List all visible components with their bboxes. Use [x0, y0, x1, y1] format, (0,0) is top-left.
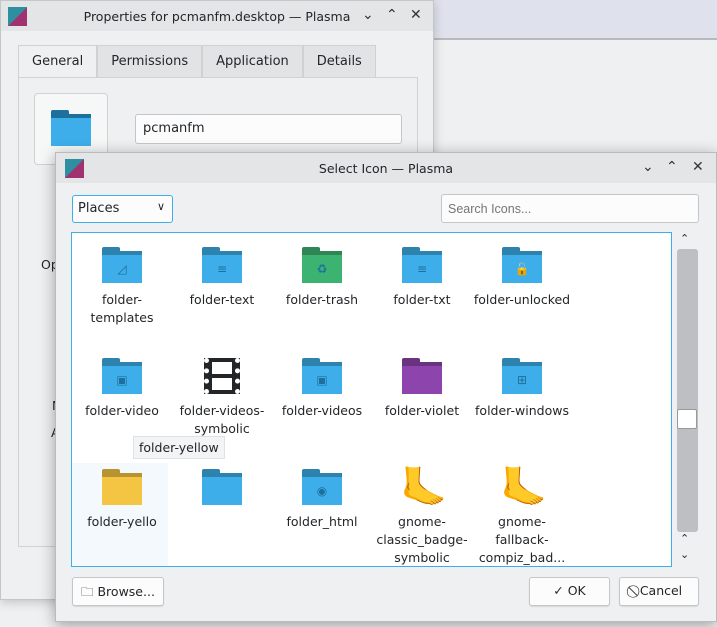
icon-label: gnome-fallback-compiz_bad...	[478, 514, 566, 565]
icon-label: folder-yello	[87, 514, 157, 529]
category-value: Places	[78, 201, 120, 216]
tab-general[interactable]: General	[18, 45, 98, 78]
icon-item[interactable]: 🔓 folder-unlocked	[472, 245, 572, 309]
scroll-down-icon[interactable]: ⌄	[680, 548, 689, 561]
ok-button[interactable]: ✓ OK	[529, 577, 610, 606]
browse-button[interactable]: 🗀 Browse...	[72, 577, 164, 606]
scroll-thumb[interactable]	[677, 409, 697, 429]
icon-item[interactable]: ≡ folder-text	[172, 245, 272, 309]
folder-icon: 🗀	[81, 584, 98, 599]
tab-application[interactable]: Application	[202, 45, 303, 78]
icon-label: folder-videos-symbolic	[179, 403, 265, 436]
icon-label: folder-windows	[475, 403, 569, 418]
icon-item[interactable]: ▣ folder-videos	[272, 356, 372, 420]
folder-icon: ▣	[102, 358, 142, 394]
icon-label: folder-violet	[384, 403, 460, 418]
icon-item[interactable]: ♻ folder-trash	[272, 245, 372, 309]
maximize-icon[interactable]: ⌃	[666, 159, 678, 175]
cancel-button[interactable]: ⃠ Cancel	[619, 577, 699, 606]
scrollbar[interactable]: ⌃ ⌃ ⌄	[676, 232, 698, 567]
icon-item[interactable]: 🦶 gnome-classic_badge-symbolic	[372, 465, 472, 566]
folder-icon	[51, 110, 91, 146]
folder-icon: ◉	[302, 469, 342, 505]
icon-item[interactable]: ⊞ folder-windows	[472, 356, 572, 420]
folder-icon	[202, 469, 242, 505]
icon-label: folder-txt	[393, 292, 451, 307]
scroll-up-icon[interactable]: ⌃	[680, 532, 689, 545]
close-icon[interactable]: ✕	[410, 7, 422, 23]
gnome-foot-icon: 🦶	[400, 465, 448, 509]
name-field[interactable]: pcmanfm	[135, 114, 402, 144]
icon-item[interactable]: ◉ folder_html	[272, 467, 372, 531]
icon-item[interactable]: folder-violet	[372, 356, 472, 420]
icon-item[interactable]: ≡ folder-txt	[372, 245, 472, 309]
folder-icon: 🔓	[502, 247, 542, 283]
scroll-up-icon[interactable]: ⌃	[680, 232, 689, 245]
titlebar: Properties for pcmanfm.desktop — Plasma …	[1, 1, 433, 31]
icon-label: gnome-classic_badge-symbolic	[376, 514, 468, 565]
icon-label: folder-text	[189, 292, 255, 307]
tooltip: folder-yellow	[133, 436, 225, 459]
folder-icon: ♻	[302, 247, 342, 283]
scroll-track[interactable]	[677, 249, 698, 532]
icon-item[interactable]: folder-videos-symbolic	[172, 356, 272, 438]
tab-details[interactable]: Details	[302, 45, 376, 78]
folder-icon	[402, 358, 442, 394]
icon-item[interactable]: ▣ folder-video	[72, 356, 172, 420]
folder-icon	[102, 469, 142, 505]
category-select[interactable]: Places ∨	[72, 195, 173, 223]
icon-item[interactable]: folder-yello	[72, 467, 172, 531]
tab-bar: General Permissions Application Details	[18, 45, 376, 78]
folder-icon: ◿	[102, 247, 142, 283]
icon-label: folder-templates	[90, 292, 154, 325]
folder-icon: ⊞	[502, 358, 542, 394]
icon-item[interactable]	[172, 467, 272, 513]
dialog-title: Select Icon — Plasma	[318, 160, 454, 176]
titlebar: Select Icon — Plasma ⌄ ⌃ ✕	[56, 153, 716, 183]
folder-icon: ≡	[402, 247, 442, 283]
icon-label: folder_html	[286, 514, 358, 529]
gnome-foot-icon: 🦶	[500, 465, 548, 509]
icon-label: folder-videos	[281, 403, 363, 418]
film-icon	[204, 358, 240, 394]
minimize-icon[interactable]: ⌄	[642, 159, 654, 175]
search-input[interactable]	[441, 194, 699, 223]
folder-icon: ▣	[302, 358, 342, 394]
check-icon: ✓	[553, 583, 568, 598]
minimize-icon[interactable]: ⌄	[362, 7, 374, 23]
icon-item[interactable]: 🦶 gnome-fallback-compiz_bad...	[472, 465, 572, 566]
icon-grid[interactable]: ◿ folder-templates ≡ folder-text ♻ folder-tra…	[71, 232, 672, 567]
icon-label: folder-video	[85, 403, 159, 418]
folder-icon: ≡	[202, 247, 242, 283]
tab-permissions[interactable]: Permissions	[97, 45, 203, 78]
close-icon[interactable]: ✕	[692, 159, 704, 175]
icon-label: folder-unlocked	[473, 292, 571, 307]
select-icon-dialog: Select Icon — Plasma ⌄ ⌃ ✕ Places ∨ ◿ fold…	[55, 152, 717, 622]
chevron-down-icon: ∨	[156, 200, 165, 213]
maximize-icon[interactable]: ⌃	[386, 7, 398, 23]
icon-item[interactable]: ◿ folder-templates	[72, 245, 172, 327]
icon-label: folder-trash	[285, 292, 359, 307]
